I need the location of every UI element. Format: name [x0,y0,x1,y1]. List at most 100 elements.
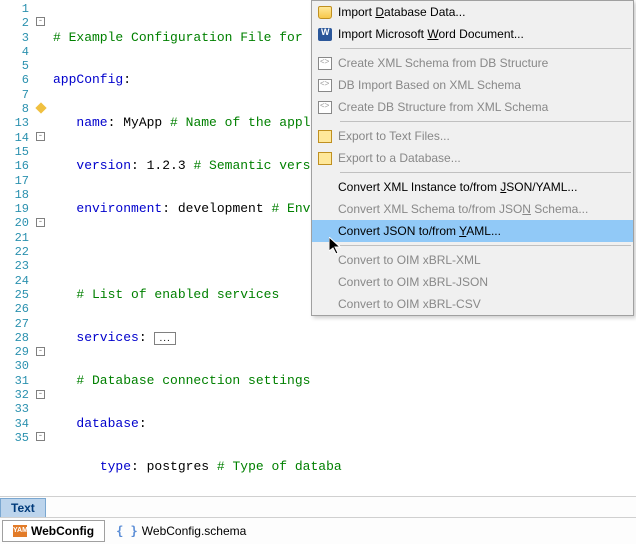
file-tab-label: WebConfig [31,524,94,538]
menu-convert-oim-csv[interactable]: Convert to OIM xBRL-CSV [312,293,633,315]
xml-icon [318,57,332,70]
line-number: 28 [0,331,29,345]
fold-collapsed-icon[interactable] [35,102,46,113]
line-number: 22 [0,245,29,259]
line-number: 19 [0,202,29,216]
line-number: 4 [0,45,29,59]
line-number: 20 [0,216,29,230]
line-number: 6 [0,73,29,87]
code-comment: # Database connection settings [76,373,310,388]
code-comment: # Example Configuration File for a [53,30,326,45]
menu-label-part: atabase Data... [384,5,465,19]
menu-label: Create XML Schema from DB Structure [338,56,625,70]
code-comment: # List of enabled services [76,287,279,302]
fold-column: - - - - - - [35,0,49,496]
fold-toggle-icon[interactable]: - [36,218,45,227]
menu-label-part: Import Microsoft [338,27,427,41]
line-number: 3 [0,31,29,45]
code-text: : MyApp [108,115,170,130]
menu-import-word[interactable]: Import Microsoft Word Document... [312,23,633,45]
menu-convert-xml-schema[interactable]: Convert XML Schema to/from JSON Schema..… [312,198,633,220]
line-number: 14 [0,131,29,145]
line-number: 13 [0,116,29,130]
fold-toggle-icon[interactable]: - [36,347,45,356]
menu-label: Create DB Structure from XML Schema [338,100,625,114]
line-number: 25 [0,288,29,302]
fold-toggle-icon[interactable]: - [36,432,45,441]
context-menu: Import Database Data... Import Microsoft… [311,0,634,316]
line-number: 32 [0,388,29,402]
code-text: : 1.2.3 [131,158,193,173]
code-text: : postgres [131,459,217,474]
menu-convert-json-yaml[interactable]: Convert JSON to/from YAML... [312,220,633,242]
line-number: 17 [0,174,29,188]
menu-db-import-xml[interactable]: DB Import Based on XML Schema [312,74,633,96]
menu-mnemonic: W [427,27,438,41]
line-number: 2 [0,16,29,30]
code-text: : [139,416,147,431]
menu-label-part: Convert XML Instance to/from [338,180,500,194]
line-number: 27 [0,317,29,331]
code-text: : [139,330,155,345]
export-icon [318,130,332,143]
menu-convert-xml-instance[interactable]: Convert XML Instance to/from JSON/YAML..… [312,176,633,198]
file-tab-webconfig-schema[interactable]: { } WebConfig.schema [105,520,257,542]
menu-convert-oim-xml[interactable]: Convert to OIM xBRL-XML [312,249,633,271]
code-text: : [123,72,131,87]
menu-label: Convert to OIM xBRL-CSV [338,297,625,311]
code-comment: # Name of the applica [170,115,334,130]
menu-create-db-structure[interactable]: Create DB Structure from XML Schema [312,96,633,118]
fold-toggle-icon[interactable]: - [36,132,45,141]
menu-import-database[interactable]: Import Database Data... [312,1,633,23]
xml-icon [318,79,332,92]
line-number: 31 [0,374,29,388]
code-key: name [76,115,107,130]
code-text: : development [162,201,271,216]
line-number: 18 [0,188,29,202]
menu-export-text[interactable]: Export to Text Files... [312,125,633,147]
menu-mnemonic: D [375,5,384,19]
menu-convert-oim-json[interactable]: Convert to OIM xBRL-JSON [312,271,633,293]
line-number-gutter: 1234567813141516171819202122232425262728… [0,0,35,496]
folded-content-icon[interactable]: ... [154,332,175,345]
file-tab-bar: YAML WebConfig { } WebConfig.schema [0,518,636,544]
code-key: type [100,459,131,474]
fold-toggle-icon[interactable]: - [36,390,45,399]
menu-label: Export to Text Files... [338,129,625,143]
menu-label: Export to a Database... [338,151,625,165]
menu-label: Convert to OIM xBRL-XML [338,253,625,267]
menu-label-part: Schema... [531,202,588,216]
line-number: 23 [0,259,29,273]
xml-icon [318,101,332,114]
json-schema-icon: { } [116,524,138,538]
menu-label: Convert to OIM xBRL-JSON [338,275,625,289]
line-number: 16 [0,159,29,173]
menu-label-part: Convert JSON to/from [338,224,459,238]
menu-separator [340,245,631,246]
menu-create-xml-schema[interactable]: Create XML Schema from DB Structure [312,52,633,74]
code-key: environment [76,201,162,216]
code-key: database [76,416,138,431]
line-number: 8 [0,102,29,116]
fold-toggle-icon[interactable]: - [36,17,45,26]
menu-label-part: SON/YAML... [506,180,577,194]
menu-mnemonic: N [522,202,531,216]
code-key: services [76,330,138,345]
export-icon [318,152,332,165]
line-number: 34 [0,417,29,431]
view-tab-bar: Text [0,497,636,518]
database-icon [318,6,332,19]
tab-text-view[interactable]: Text [0,498,46,517]
line-number: 15 [0,145,29,159]
file-tab-webconfig[interactable]: YAML WebConfig [2,520,105,542]
code-key: appConfig [53,72,123,87]
menu-label-part: Convert XML Schema to/from JSO [338,202,522,216]
line-number: 5 [0,59,29,73]
line-number: 30 [0,359,29,373]
menu-separator [340,48,631,49]
code-comment: # Type of databa [217,459,342,474]
menu-export-db[interactable]: Export to a Database... [312,147,633,169]
line-number: 29 [0,345,29,359]
yaml-file-icon: YAML [13,525,27,537]
menu-label-part: ord Document... [438,27,523,41]
